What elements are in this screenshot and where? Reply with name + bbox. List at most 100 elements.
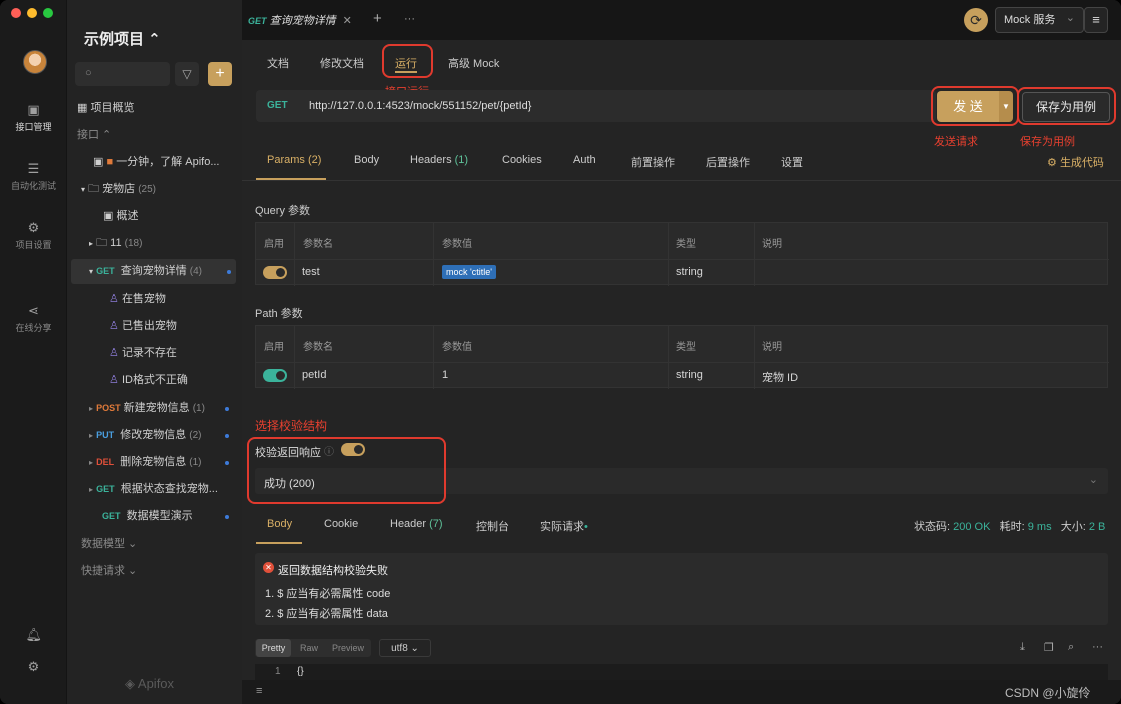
divider [668,326,669,389]
filter-button[interactable]: ▽ [175,62,199,86]
sidebar-item-api[interactable]: ▸ POST 新建宠物信息 (1) [89,396,234,421]
param-type[interactable]: string [676,369,703,381]
more-button[interactable]: ··· [404,13,415,25]
tab-pre-ops[interactable]: 前置操作 [631,154,675,170]
rail-item-api[interactable]: ▣ 接口管理 [0,103,67,133]
sidebar-item-overview[interactable]: ▦ 项目概览 [77,96,242,121]
minimize-window-button[interactable] [27,8,37,18]
tab-response-header[interactable]: Header (7) [390,518,443,530]
param-value[interactable]: mock 'ctitle' [442,265,496,279]
rail-item-test[interactable]: ☰ 自动化测试 [0,162,67,192]
sidebar-item-label: 新建宠物信息 [123,402,190,414]
tab-response-body[interactable]: Body [267,518,292,530]
view-mode-pretty[interactable]: Pretty [256,639,291,657]
validation-error-box: ✕ 返回数据结构校验失败 1. $ 应当有必需属性 code 2. $ 应当有必… [255,553,1108,625]
sidebar-item-intro[interactable]: ▣ ■ 一分钟，了解 Apifo... [93,150,233,175]
tab-actual-request[interactable]: 实际请求• [540,518,588,534]
enable-toggle[interactable] [263,369,287,382]
tab-headers[interactable]: Headers (1) [410,154,468,166]
tab-body[interactable]: Body [354,154,379,166]
env-select[interactable]: Mock 服务 ⌄ [995,7,1084,33]
add-tab-button[interactable]: + [373,10,382,27]
tab-console[interactable]: 控制台 [476,518,509,534]
item-count: (2) [189,430,202,441]
enable-toggle[interactable] [263,266,287,279]
search-icon[interactable]: ⌕ [1068,641,1074,654]
case-icon: ♙ [109,347,119,359]
tab-doc[interactable]: 文档 [267,55,289,71]
add-button[interactable]: + [208,62,232,86]
sidebar-item-summary[interactable]: ▣ 概述 [103,204,233,229]
generate-code-button[interactable]: ⚙ 生成代码 [1047,154,1104,170]
case-item[interactable]: ♙ 已售出宠物 [109,314,233,339]
sidebar-item-api[interactable]: GET 数据模型演示 [102,504,234,529]
tab-edit-doc[interactable]: 修改文档 [320,55,364,71]
view-mode-raw[interactable]: Raw [294,639,324,657]
tab-label: Params [267,154,305,166]
param-type[interactable]: string [676,266,703,278]
maximize-window-button[interactable] [43,8,53,18]
sidebar-item-current-api[interactable]: ▾ GET 查询宠物详情 (4) [71,259,236,284]
case-item[interactable]: ♙ ID格式不正确 [109,368,233,393]
method-select[interactable]: GET [267,100,288,111]
download-icon[interactable]: ⤓ [1020,641,1025,654]
item-count: (1) [192,403,205,414]
tab-auth[interactable]: Auth [573,154,596,166]
project-switcher[interactable]: 示例项目 ⌃ [84,28,161,49]
notification-button[interactable]: 🔔︎ [0,628,67,645]
param-name[interactable]: test [302,266,320,278]
search-input[interactable]: ○ [75,62,170,86]
avatar[interactable] [23,50,47,74]
status-code: 200 OK [953,521,991,533]
url-bar[interactable]: GET http://127.0.0.1:4523/mock/551152/pe… [256,90,936,122]
env-label: Mock 服务 [1004,14,1056,26]
param-name[interactable]: petId [302,369,326,381]
col-header: 参数名 [303,239,333,250]
path-params-table: 启用 参数名 参数值 类型 说明 petId 1 string 宠物 ID [255,325,1109,389]
status-dot [225,434,229,438]
search-icon: ○ [85,67,92,79]
tab-settings[interactable]: 设置 [781,154,803,170]
settings-icon: ⚙ [27,220,40,235]
param-value[interactable]: 1 [442,369,448,381]
rail-item-settings[interactable]: ⚙ 项目设置 [0,221,67,251]
divider [294,326,295,389]
view-mode-preview[interactable]: Preview [327,639,369,657]
case-item[interactable]: ♙ 在售宠物 [109,287,233,312]
preferences-button[interactable]: ⚙ [0,660,67,677]
tab-advanced-mock[interactable]: 高级 Mock [448,55,499,71]
apifox-logo-icon: ◈ [125,676,135,691]
sidebar-item-api[interactable]: ▸ GET 根据状态查找宠物... [89,477,234,502]
api-section-header[interactable]: 接口 ⌃ [77,123,242,148]
sidebar-folder-petstore[interactable]: ▾ 🗀︎ 宠物店 (25) [81,177,246,202]
chevron-right-icon: ▸ [89,485,94,494]
col-header: 类型 [676,342,696,353]
tab-cookies[interactable]: Cookies [502,154,542,166]
tab-current[interactable]: GET 查询宠物详情 ✕ [248,12,352,28]
panel-toggle-icon[interactable]: ≡ [256,685,262,697]
main-area: GET 查询宠物详情 ✕ + ··· ⟳ Mock 服务 ⌄ ≡ 文档 修改文档… [242,0,1121,704]
chevron-down-icon: ▾ [89,267,94,276]
close-window-button[interactable] [11,8,21,18]
sidebar-item-api[interactable]: ▸ PUT 修改宠物信息 (2) [89,423,234,448]
rail-item-share[interactable]: ⋖ 在线分享 [0,304,67,334]
tab-post-ops[interactable]: 后置操作 [706,154,750,170]
data-model-section[interactable]: 数据模型 ⌄ [81,532,246,557]
refresh-icon[interactable]: ⟳ [964,8,988,32]
method-badge: POST [96,403,121,413]
sidebar-folder-11[interactable]: ▸ 🗀︎ 11 (18) [89,231,234,256]
menu-icon[interactable]: ≡ [1084,7,1108,33]
close-icon[interactable]: ✕ [343,15,352,27]
copy-icon[interactable]: ❐ [1044,641,1054,654]
case-item[interactable]: ♙ 记录不存在 [109,341,233,366]
tab-response-cookie[interactable]: Cookie [324,518,358,530]
more-icon[interactable]: ··· [1092,641,1103,653]
divider [294,223,295,286]
encoding-select[interactable]: utf8 ⌄ [379,639,431,657]
param-desc[interactable]: 宠物 ID [762,369,798,385]
sidebar-item-label: 项目概览 [90,102,135,114]
quick-request-section[interactable]: 快捷请求 ⌄ [81,559,246,584]
sidebar-item-api[interactable]: ▸ DEL 删除宠物信息 (1) [89,450,234,475]
url-input[interactable]: http://127.0.0.1:4523/mock/551152/pet/{p… [309,100,531,112]
tab-params[interactable]: Params (2) [267,154,321,166]
